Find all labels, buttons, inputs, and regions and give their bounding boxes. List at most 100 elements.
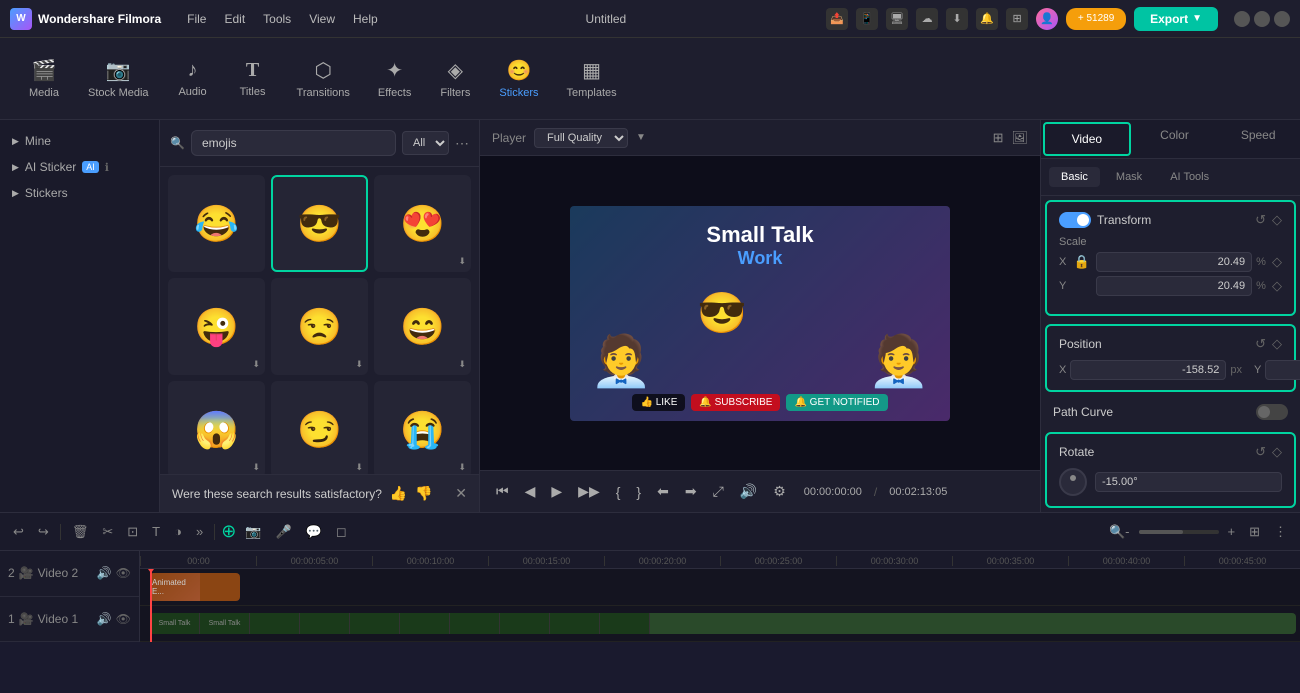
play-button[interactable]: ▶: [545, 479, 568, 504]
rotate-dial[interactable]: [1059, 468, 1087, 496]
undo-button[interactable]: ↩: [8, 521, 29, 543]
skip-back-button[interactable]: ⏮: [490, 479, 515, 504]
position-reset-icon[interactable]: ↺: [1255, 336, 1266, 352]
clip-fwd-button[interactable]: ➡: [679, 479, 703, 504]
bell-icon[interactable]: 🔔: [976, 8, 998, 30]
feedback-close-button[interactable]: ✕: [455, 485, 467, 502]
download-icon[interactable]: ⬇: [946, 8, 968, 30]
subtab-mask[interactable]: Mask: [1104, 167, 1154, 187]
zoom-in-button[interactable]: +: [1223, 521, 1241, 542]
zoom-slider[interactable]: [1139, 530, 1219, 534]
menu-file[interactable]: File: [179, 8, 214, 30]
mark-in-button[interactable]: {: [610, 480, 627, 504]
toolbar-media[interactable]: 🎬 Media: [16, 50, 72, 107]
volume-button[interactable]: 🔊: [734, 479, 763, 504]
toolbar-effects[interactable]: ✦ Effects: [366, 50, 423, 107]
apps-icon[interactable]: ⊞: [1006, 8, 1028, 30]
redo-button[interactable]: ↪: [33, 521, 54, 543]
plus-coins-icon[interactable]: + 51289: [1066, 8, 1126, 30]
position-keyframe-icon[interactable]: ◇: [1272, 336, 1282, 352]
crop-button[interactable]: ⊡: [122, 521, 143, 543]
maximize-button[interactable]: □: [1254, 11, 1270, 27]
rotate-input[interactable]: [1095, 472, 1282, 492]
menu-help[interactable]: Help: [345, 8, 386, 30]
more-options-icon[interactable]: ⋯: [455, 135, 469, 152]
panel-ai-sticker[interactable]: ▶ AI Sticker AI ℹ: [0, 154, 159, 180]
mask-tl-button[interactable]: ◻: [331, 521, 352, 543]
scene-icon[interactable]: 🖼: [1011, 130, 1028, 146]
next-frame-button[interactable]: ▶▶: [572, 479, 606, 504]
share-icon[interactable]: 📤: [826, 8, 848, 30]
camera-button[interactable]: 📷: [240, 521, 266, 543]
tab-speed[interactable]: Speed: [1216, 120, 1300, 158]
toolbar-stock-media[interactable]: 📷 Stock Media: [76, 50, 161, 107]
fullscreen-button[interactable]: ⤢: [707, 479, 730, 504]
toolbar-audio[interactable]: ♪ Audio: [165, 51, 221, 106]
notify-button[interactable]: 🔔 GET NOTIFIED: [786, 394, 887, 411]
sticker-cell-1[interactable]: 😎: [271, 175, 368, 272]
transform-toggle[interactable]: [1059, 212, 1091, 228]
scale-y-keyframe[interactable]: ◇: [1272, 278, 1282, 294]
quality-select[interactable]: Full Quality: [534, 128, 628, 148]
cloud-icon[interactable]: ☁: [916, 8, 938, 30]
text-button[interactable]: T: [147, 521, 165, 542]
monitor-icon[interactable]: 🖥: [886, 8, 908, 30]
like-button[interactable]: 👍 LIKE: [632, 394, 685, 411]
toolbar-titles[interactable]: T Titles: [225, 51, 281, 106]
toolbar-transitions[interactable]: ⬡ Transitions: [285, 50, 362, 107]
scale-x-input[interactable]: [1096, 252, 1252, 272]
search-input[interactable]: [191, 130, 396, 156]
sticker-cell-3[interactable]: 😜⬇: [168, 278, 265, 375]
color-button[interactable]: ◑: [169, 521, 187, 542]
menu-edit[interactable]: Edit: [216, 8, 253, 30]
track1-mute-icon[interactable]: 🔊: [97, 612, 112, 626]
mic-button[interactable]: 🎤: [270, 521, 296, 543]
playhead[interactable]: [150, 569, 152, 642]
export-button[interactable]: Reset Export ▼: [1134, 7, 1218, 31]
pos-y-input[interactable]: [1265, 360, 1300, 380]
more-button[interactable]: »: [191, 521, 208, 542]
track1-visible-icon[interactable]: 👁: [116, 612, 131, 626]
menu-view[interactable]: View: [301, 8, 343, 30]
sticker-cell-2[interactable]: 😍⬇: [374, 175, 471, 272]
sticker-cell-5[interactable]: 😄⬇: [374, 278, 471, 375]
transform-reset-icon[interactable]: ↺: [1255, 212, 1266, 228]
close-button[interactable]: ×: [1274, 11, 1290, 27]
avatar[interactable]: 👤: [1036, 8, 1058, 30]
thumbs-up-button[interactable]: 👍: [390, 485, 407, 502]
view-options-button[interactable]: ⊞: [1244, 521, 1265, 543]
track-mute-icon[interactable]: 🔊: [97, 566, 112, 580]
pos-x-input[interactable]: [1070, 360, 1226, 380]
rotate-keyframe-icon[interactable]: ◇: [1272, 444, 1282, 460]
panel-stickers[interactable]: ▶ Stickers: [0, 180, 159, 206]
phone-icon[interactable]: 📱: [856, 8, 878, 30]
prev-frame-button[interactable]: ◀: [519, 479, 542, 504]
panel-mine[interactable]: ▶ Mine: [0, 128, 159, 154]
toolbar-templates[interactable]: ▦ Templates: [554, 50, 628, 107]
thumbs-down-button[interactable]: 👎: [415, 485, 432, 502]
tab-video[interactable]: Video: [1043, 122, 1131, 156]
zoom-out-button[interactable]: 🔍-: [1104, 521, 1135, 543]
sticker-cell-6[interactable]: 😱⬇: [168, 381, 265, 474]
scale-y-input[interactable]: [1096, 276, 1252, 296]
menu-tools[interactable]: Tools: [255, 8, 299, 30]
mark-out-button[interactable]: }: [630, 480, 647, 504]
subtab-basic[interactable]: Basic: [1049, 167, 1100, 187]
settings-button[interactable]: ⚙: [767, 479, 792, 504]
delete-button[interactable]: 🗑: [67, 521, 94, 543]
toolbar-filters[interactable]: ◈ Filters: [427, 50, 483, 107]
sticker-cell-8[interactable]: 😭⬇: [374, 381, 471, 474]
clip-video2[interactable]: Animated E...: [150, 573, 240, 601]
minimize-button[interactable]: ─: [1234, 11, 1250, 27]
tab-color[interactable]: Color: [1133, 120, 1217, 158]
toolbar-stickers[interactable]: 😊 Stickers: [487, 50, 550, 107]
scale-x-keyframe[interactable]: ◇: [1272, 254, 1282, 270]
clip-back-button[interactable]: ⬅: [651, 479, 675, 504]
sticker-cell-0[interactable]: 😂: [168, 175, 265, 272]
rotate-reset-icon[interactable]: ↺: [1255, 444, 1266, 460]
clip-video1[interactable]: Small Talk Small Talk: [150, 613, 1296, 634]
subscribe-button[interactable]: 🔔 SUBSCRIBE: [691, 394, 780, 411]
more-options-button[interactable]: ⋮: [1269, 521, 1292, 543]
sticker-cell-4[interactable]: 😒⬇: [271, 278, 368, 375]
cut-button[interactable]: ✂: [97, 521, 118, 543]
